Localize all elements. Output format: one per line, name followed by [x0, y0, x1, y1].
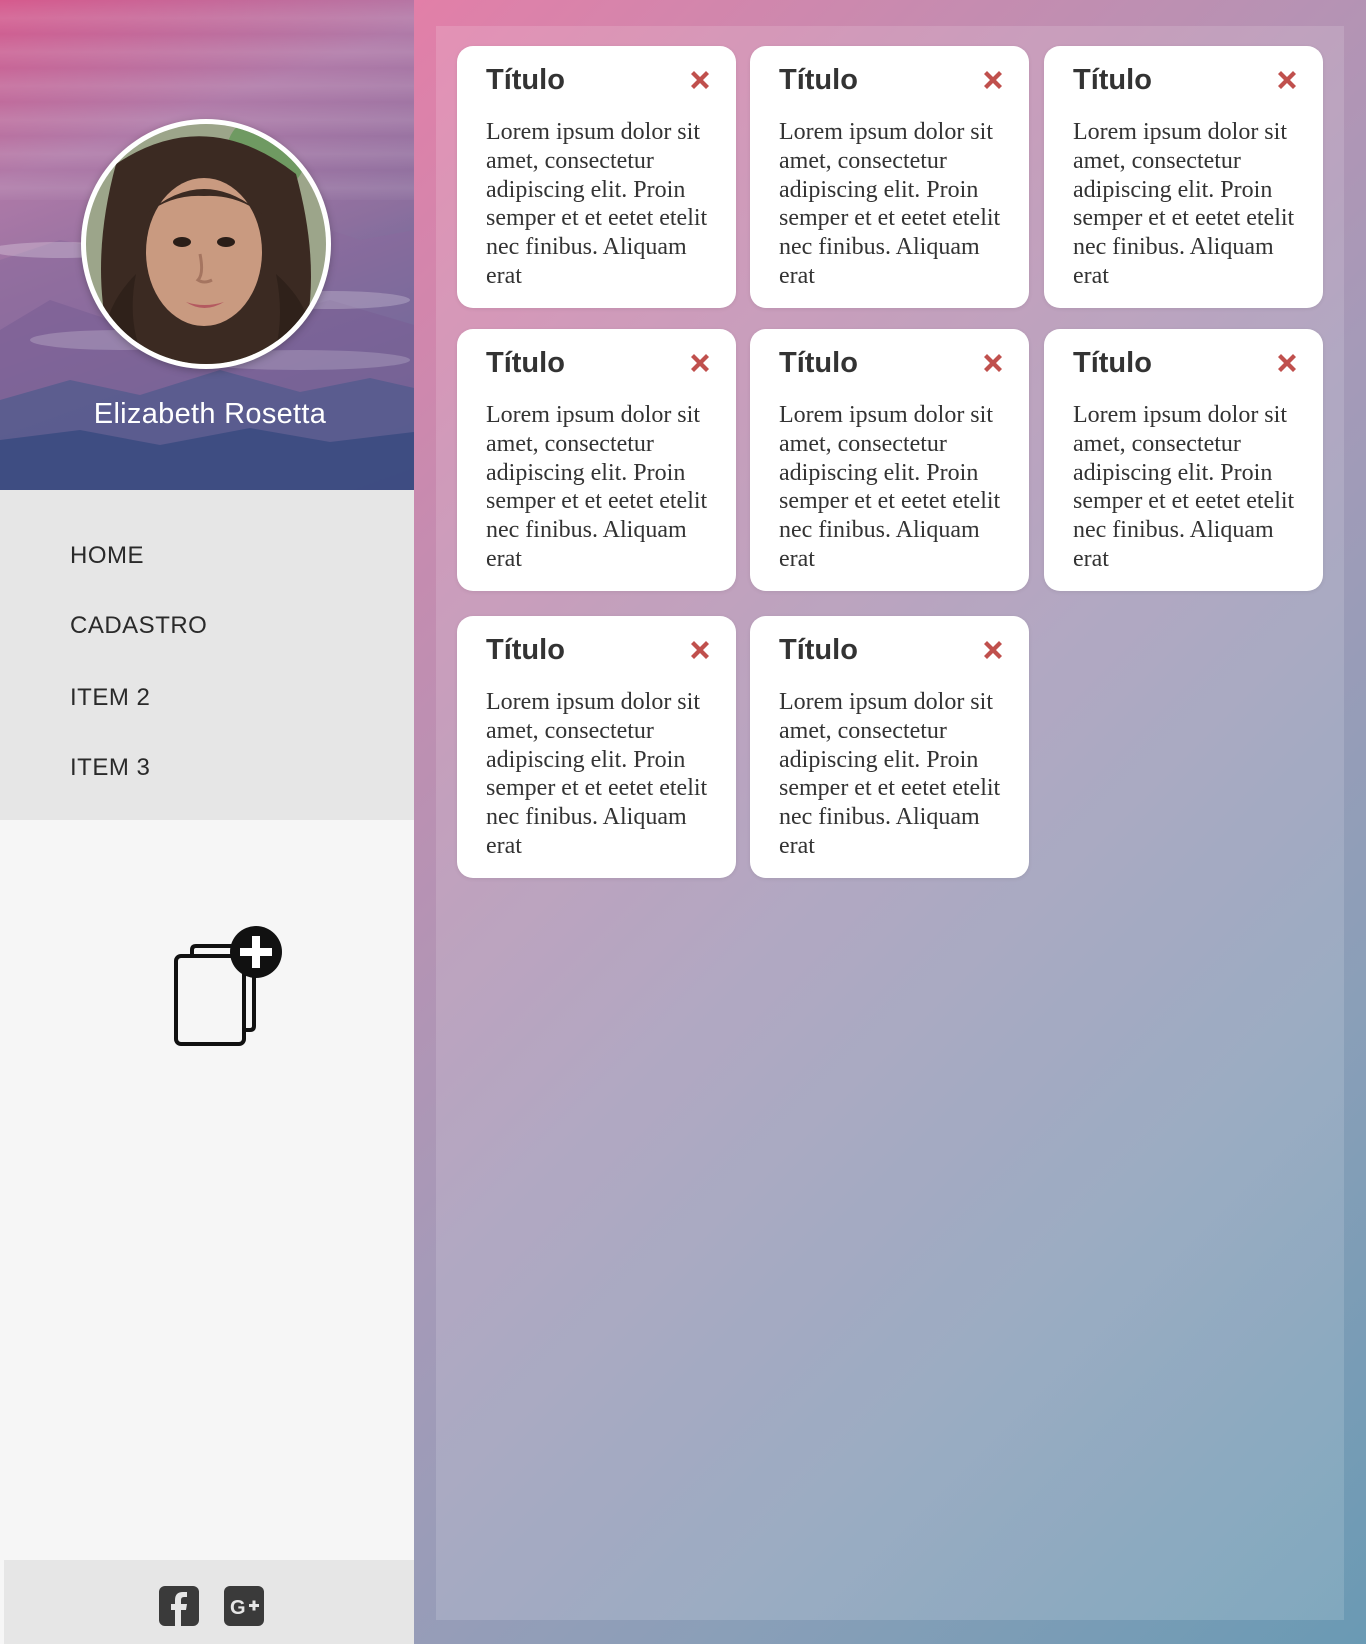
card-title: Título [779, 64, 858, 96]
card-title: Título [486, 64, 565, 96]
menu-item-home[interactable]: HOME [70, 542, 144, 570]
card-text: Lorem ipsum dolor sit amet, consectetur … [486, 402, 708, 572]
close-icon[interactable] [688, 68, 712, 92]
card-title: Título [486, 634, 565, 666]
menu-item-item-2[interactable]: ITEM 2 [70, 684, 150, 712]
card-text: Lorem ipsum dolor sit amet, consectetur … [486, 119, 708, 289]
card-1[interactable]: Título Lorem ipsum dolor sit amet, conse… [457, 46, 736, 308]
close-icon[interactable] [1275, 351, 1299, 375]
close-icon[interactable] [981, 638, 1005, 662]
add-card-button[interactable] [170, 924, 282, 1048]
main-content: Título Lorem ipsum dolor sit amet, conse… [414, 0, 1366, 1644]
google-plus-icon[interactable]: G [224, 1586, 264, 1626]
card-text: Lorem ipsum dolor sit amet, consectetur … [779, 689, 1001, 859]
main-menu: HOME CADASTRO ITEM 2 ITEM 3 [0, 490, 414, 820]
close-icon[interactable] [981, 68, 1005, 92]
card-text: Lorem ipsum dolor sit amet, consectetur … [779, 402, 1001, 572]
card-2[interactable]: Título Lorem ipsum dolor sit amet, conse… [750, 46, 1029, 308]
svg-text:G: G [230, 1597, 246, 1619]
card-title: Título [779, 634, 858, 666]
close-icon[interactable] [688, 351, 712, 375]
card-text: Lorem ipsum dolor sit amet, consectetur … [1073, 402, 1295, 572]
card-6[interactable]: Título Lorem ipsum dolor sit amet, conse… [1044, 329, 1323, 591]
card-7[interactable]: Título Lorem ipsum dolor sit amet, conse… [457, 616, 736, 878]
card-title: Título [1073, 64, 1152, 96]
card-3[interactable]: Título Lorem ipsum dolor sit amet, conse… [1044, 46, 1323, 308]
card-title: Título [779, 347, 858, 379]
card-4[interactable]: Título Lorem ipsum dolor sit amet, conse… [457, 329, 736, 591]
card-text: Lorem ipsum dolor sit amet, consectetur … [1073, 119, 1295, 289]
menu-item-item-3[interactable]: ITEM 3 [70, 754, 150, 782]
profile-photo [86, 124, 326, 364]
close-icon[interactable] [688, 638, 712, 662]
close-icon[interactable] [1275, 68, 1299, 92]
social-bar: G [4, 1560, 414, 1644]
card-text: Lorem ipsum dolor sit amet, consectetur … [779, 119, 1001, 289]
card-8[interactable]: Título Lorem ipsum dolor sit amet, conse… [750, 616, 1029, 878]
add-document-icon [174, 926, 282, 1046]
menu-item-cadastro[interactable]: CADASTRO [70, 612, 207, 640]
sidebar: Elizabeth Rosetta HOME CADASTRO ITEM 2 I… [0, 0, 414, 1644]
close-icon[interactable] [981, 351, 1005, 375]
card-title: Título [1073, 347, 1152, 379]
facebook-icon[interactable] [159, 1586, 199, 1626]
avatar[interactable] [81, 119, 331, 369]
card-text: Lorem ipsum dolor sit amet, consectetur … [486, 689, 708, 859]
card-title: Título [486, 347, 565, 379]
card-5[interactable]: Título Lorem ipsum dolor sit amet, conse… [750, 329, 1029, 591]
profile-header: Elizabeth Rosetta [0, 0, 414, 490]
profile-name: Elizabeth Rosetta [93, 398, 327, 430]
